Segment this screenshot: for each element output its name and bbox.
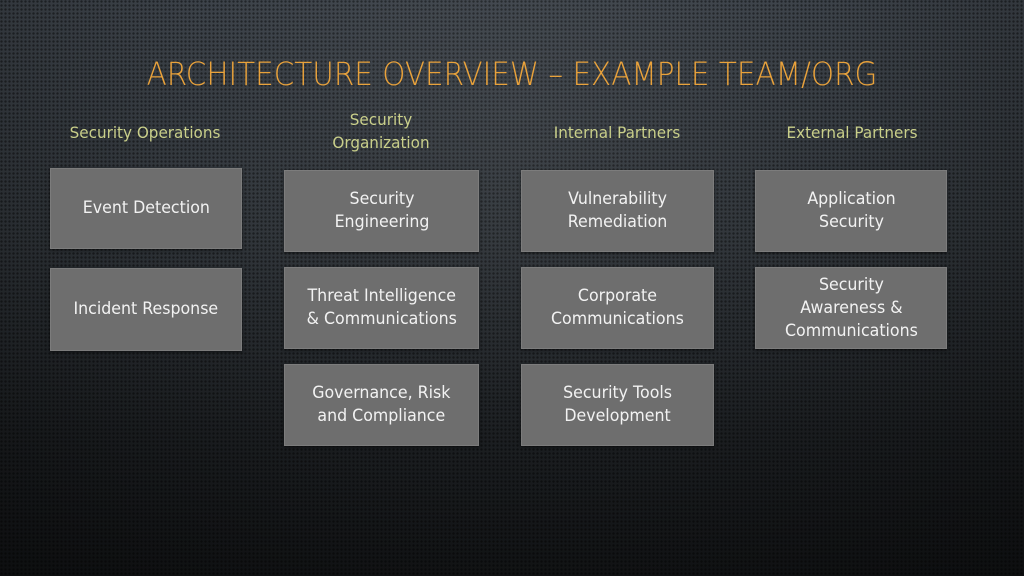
box-security-tools-development: Security Tools Development [521, 364, 714, 446]
column-header-external-partners: External Partners [786, 123, 918, 142]
box-label: Security Engineering [334, 189, 429, 232]
box-security-awareness: Security Awareness & Communications [755, 267, 947, 349]
box-application-security: Application Security [755, 170, 947, 252]
column-header-security-organization: Security Organization [332, 110, 430, 152]
box-label: Event Detection [82, 198, 210, 218]
box-label: Governance, Risk and Compliance [312, 383, 451, 426]
box-corporate-communications: Corporate Communications [521, 267, 714, 349]
slide-title: ARCHITECTURE OVERVIEW – EXAMPLE TEAM/ORG [146, 55, 878, 93]
box-label: Security Tools Development [563, 383, 672, 426]
box-label: Incident Response [73, 299, 219, 319]
box-threat-intelligence: Threat Intelligence & Communications [284, 267, 479, 349]
box-label: Security Awareness & Communications [784, 274, 918, 341]
box-event-detection: Event Detection [50, 168, 242, 249]
column-header-internal-partners: Internal Partners [553, 123, 681, 142]
box-label: Threat Intelligence & Communications [306, 286, 457, 329]
box-incident-response: Incident Response [50, 268, 242, 351]
box-vulnerability-remediation: Vulnerability Remediation [521, 170, 714, 252]
box-label: Corporate Communications [551, 286, 684, 329]
box-security-engineering: Security Engineering [284, 170, 479, 252]
column-header-security-operations: Security Operations [69, 123, 221, 142]
box-label: Vulnerability Remediation [567, 189, 668, 232]
box-label: Application Security [806, 189, 896, 232]
box-governance-risk-compliance: Governance, Risk and Compliance [284, 364, 479, 446]
